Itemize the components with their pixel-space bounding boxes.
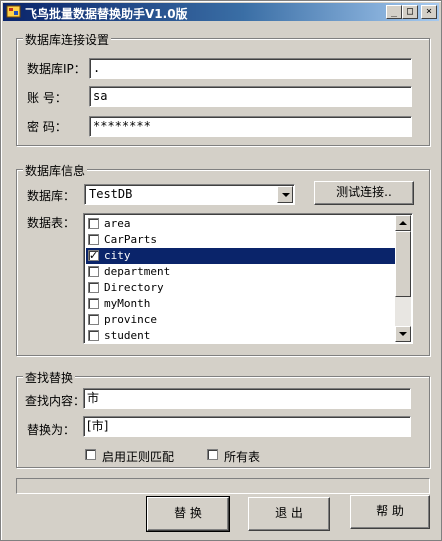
table-row[interactable]: area — [86, 216, 395, 232]
scroll-down-icon[interactable] — [395, 326, 411, 342]
regex-checkbox-box[interactable] — [85, 449, 96, 460]
maximize-button[interactable]: □ — [402, 5, 418, 19]
table-row-checkbox[interactable] — [88, 234, 99, 245]
db-ip-label: 数据库IP： — [27, 62, 86, 76]
find-input[interactable]: 市 — [83, 388, 411, 409]
table-row-checkbox[interactable] — [88, 266, 99, 277]
table-row-label: area — [104, 217, 131, 230]
database-label: 数据库： — [27, 189, 76, 203]
password-label: 密 码： — [27, 120, 67, 134]
database-select[interactable]: TestDB — [84, 184, 295, 205]
table-row-label: department — [104, 265, 171, 278]
find-replace-title: 查找替换 — [23, 369, 76, 386]
db-info-title: 数据库信息 — [23, 162, 88, 179]
table-row-checkbox[interactable] — [88, 298, 99, 309]
table-row-checkbox[interactable] — [88, 248, 99, 263]
replace-button[interactable]: 替 换 — [146, 496, 230, 532]
regex-checkbox[interactable]: 启用正则匹配 — [85, 448, 195, 464]
tables-scrollbar[interactable] — [395, 215, 411, 342]
scroll-thumb[interactable] — [395, 231, 411, 297]
password-input[interactable]: ******** — [89, 116, 412, 137]
connection-settings-title: 数据库连接设置 — [23, 31, 112, 48]
dropdown-arrow-icon[interactable] — [277, 186, 293, 203]
test-connection-button[interactable]: 测试连接.. — [314, 181, 414, 205]
all-tables-checkbox-label: 所有表 — [224, 450, 261, 464]
table-row-checkbox[interactable] — [88, 314, 99, 325]
table-row[interactable]: myMonth — [86, 296, 395, 312]
regex-checkbox-label: 启用正则匹配 — [102, 450, 175, 464]
account-input[interactable]: sa — [89, 86, 412, 107]
table-row[interactable]: department — [86, 264, 395, 280]
table-row-label: city — [104, 249, 131, 262]
table-row-label: student — [104, 329, 151, 342]
all-tables-checkbox-box[interactable] — [207, 449, 218, 460]
help-button[interactable]: 帮 助 — [350, 495, 430, 529]
table-row-checkbox[interactable] — [88, 282, 99, 293]
table-row-checkbox[interactable] — [88, 330, 99, 341]
table-row-checkbox[interactable] — [88, 218, 99, 229]
tables-label: 数据表： — [27, 216, 76, 230]
table-row-label: CarParts — [104, 233, 157, 246]
database-select-value: TestDB — [89, 187, 133, 201]
table-row[interactable]: CarParts — [86, 232, 395, 248]
exit-button[interactable]: 退 出 — [248, 497, 330, 531]
db-ip-input[interactable]: . — [89, 58, 412, 79]
main-window: 飞鸟批量数据替换助手V1.0版 _ □ × 数据库连接设置 数据库IP： . 账… — [0, 0, 442, 541]
app-icon — [6, 5, 21, 18]
title-bar[interactable]: 飞鸟批量数据替换助手V1.0版 _ □ × — [3, 3, 439, 21]
close-button[interactable]: × — [421, 5, 437, 19]
table-row-label: myMonth — [104, 297, 151, 310]
tables-list[interactable]: area CarParts city department Directory myMon… — [83, 213, 413, 344]
minimize-button[interactable]: _ — [386, 5, 402, 19]
replace-input[interactable]: [市] — [83, 416, 411, 437]
scroll-up-icon[interactable] — [395, 215, 411, 231]
replace-label: 替换为： — [27, 423, 76, 437]
find-label: 查找内容： — [25, 394, 86, 408]
table-row[interactable]: student — [86, 328, 395, 343]
table-row-label: province — [104, 313, 157, 326]
table-row[interactable]: province — [86, 312, 395, 328]
table-row[interactable]: Directory — [86, 280, 395, 296]
all-tables-checkbox[interactable]: 所有表 — [207, 448, 277, 464]
account-label: 账 号： — [27, 91, 67, 105]
window-title: 飞鸟批量数据替换助手V1.0版 — [25, 7, 188, 21]
table-row-label: Directory — [104, 281, 164, 294]
progress-bar — [16, 478, 430, 494]
table-row[interactable]: city — [86, 248, 395, 264]
